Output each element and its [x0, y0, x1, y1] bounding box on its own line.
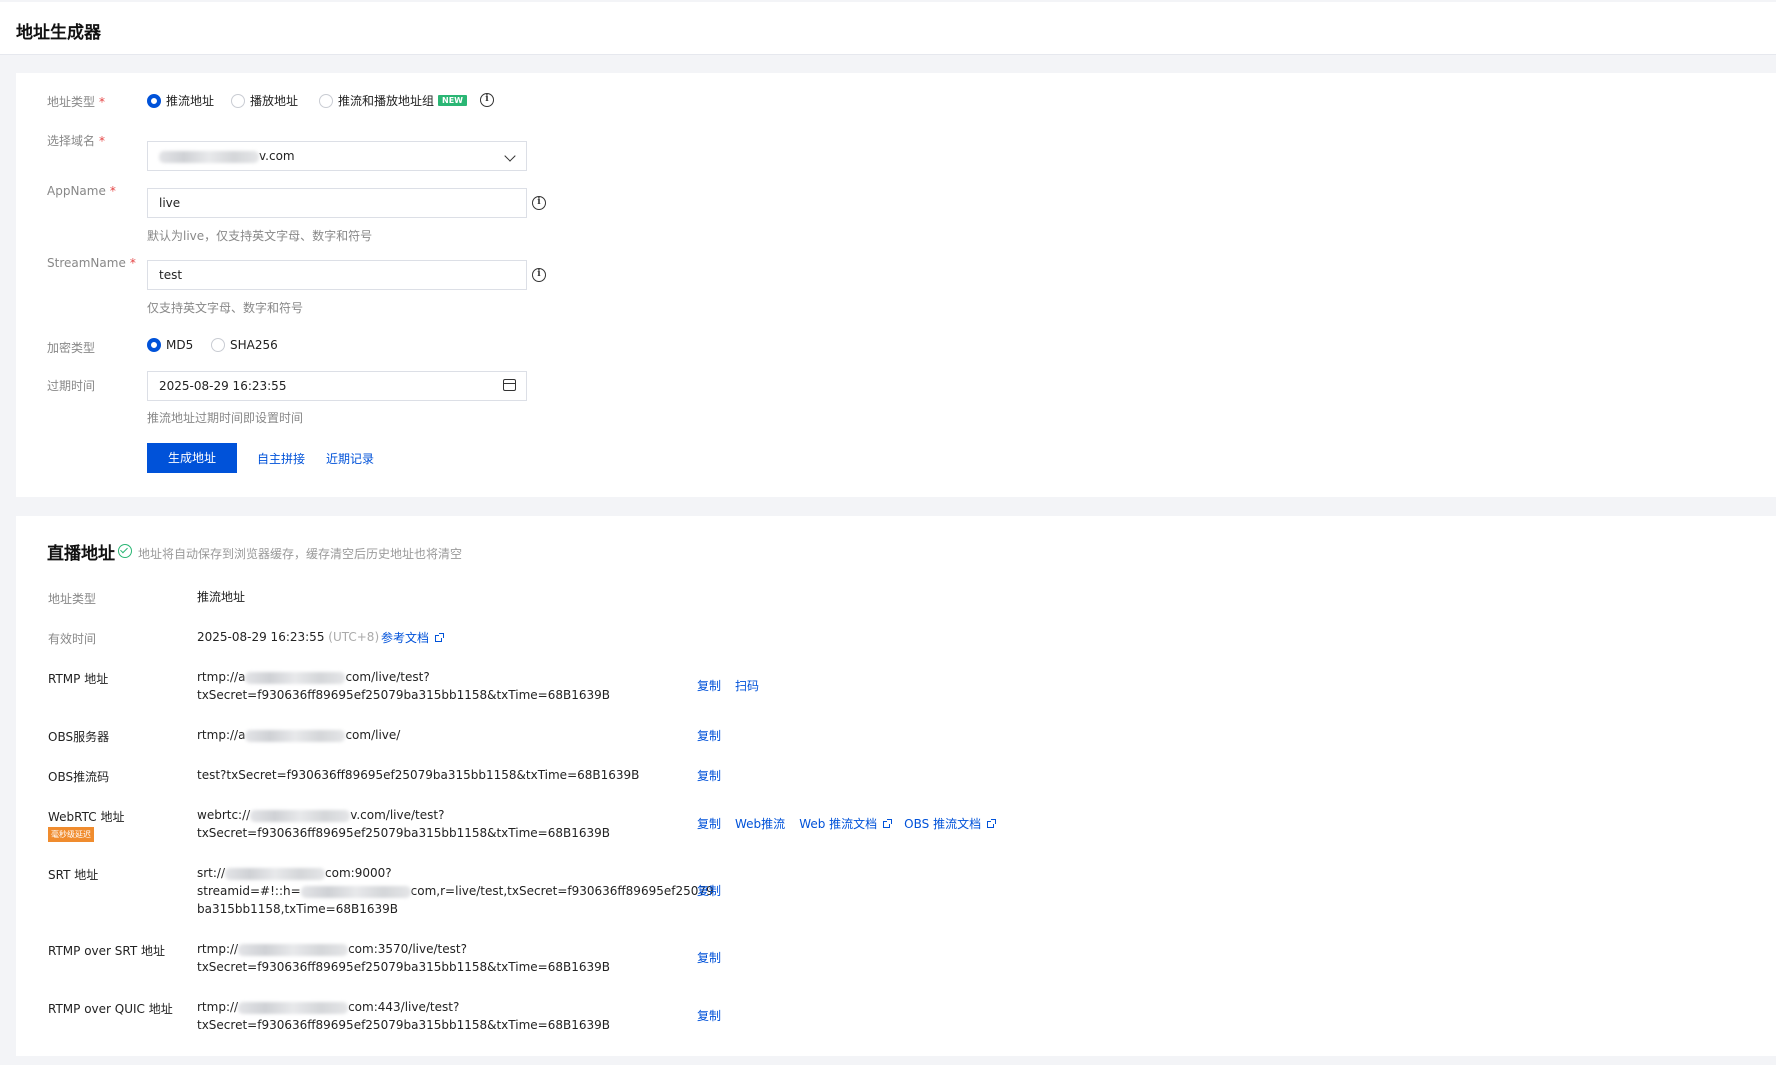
- radio-push-play-group[interactable]: 推流和播放地址组 NEW: [319, 92, 467, 109]
- copy-button[interactable]: 复制: [697, 949, 721, 966]
- reference-doc-link[interactable]: 参考文档: [381, 629, 445, 646]
- generate-button[interactable]: 生成地址: [147, 443, 237, 473]
- obs-push-doc-link[interactable]: OBS 推流文档: [904, 815, 997, 832]
- radio-dot-icon: [147, 338, 161, 352]
- check-circle-icon: [118, 544, 132, 558]
- obs-server-label: OBS服务器: [48, 730, 110, 744]
- info-icon[interactable]: i: [480, 93, 494, 107]
- page-title: 地址生成器: [16, 23, 101, 43]
- srt-actions: 复制: [697, 882, 721, 899]
- generator-form-panel: 地址类型 * 推流地址 播放地址 推流和播放地址组 NEW i 选择域名 * v.co…: [16, 73, 1776, 497]
- webrtc-label: WebRTC 地址: [48, 810, 125, 824]
- low-latency-badge: 毫秒级延迟: [48, 827, 94, 842]
- radio-md5[interactable]: MD5: [147, 338, 193, 352]
- webrtc-value: webrtc://v.com/live/test? txSecret=f9306…: [197, 808, 610, 840]
- copy-button[interactable]: 复制: [697, 882, 721, 899]
- web-push-doc-link[interactable]: Web 推流文档: [799, 815, 893, 832]
- info-icon[interactable]: i: [532, 196, 546, 210]
- radio-dot-icon: [211, 338, 225, 352]
- section-title: 直播地址: [47, 544, 115, 564]
- copy-button[interactable]: 复制: [697, 1007, 721, 1024]
- custom-link[interactable]: 自主拼接: [257, 450, 305, 467]
- redacted-domain: [159, 150, 259, 163]
- rtmp-over-quic-value: rtmp://com:443/live/test? txSecret=f9306…: [197, 1000, 610, 1032]
- copy-button[interactable]: 复制: [697, 815, 721, 832]
- rtmp-label: RTMP 地址: [48, 672, 109, 686]
- copy-button[interactable]: 复制: [697, 767, 721, 784]
- obs-server-actions: 复制: [697, 727, 721, 744]
- streamname-label: StreamName *: [47, 256, 136, 270]
- live-address-panel: 直播地址 地址将自动保存到浏览器缓存，缓存清空后历史地址也将清空 地址类型 推流…: [16, 516, 1776, 1056]
- streamname-hint: 仅支持英文字母、数字和符号: [147, 301, 304, 315]
- domain-select[interactable]: v.com: [147, 141, 527, 171]
- external-link-icon: [987, 819, 997, 828]
- info-icon[interactable]: i: [532, 268, 546, 282]
- rtmp-over-srt-value: rtmp://com:3570/live/test? txSecret=f930…: [197, 942, 610, 974]
- radio-push-address[interactable]: 推流地址: [147, 92, 214, 109]
- result-type-value: 推流地址: [197, 590, 246, 604]
- expire-datetime-picker[interactable]: 2025-08-29 16:23:55: [147, 371, 527, 401]
- section-note: 地址将自动保存到浏览器缓存，缓存清空后历史地址也将清空: [138, 547, 463, 561]
- rtmp-actions: 复制 扫码: [697, 677, 759, 694]
- srt-value: srt://com:9000? streamid=#!::h= com,r=liv…: [197, 866, 714, 916]
- rtmp-over-quic-label: RTMP over QUIC 地址: [48, 1002, 173, 1016]
- expire-label: 过期时间: [47, 379, 96, 393]
- rtmp-over-srt-label: RTMP over SRT 地址: [48, 944, 166, 958]
- new-badge: NEW: [438, 95, 467, 106]
- obs-server-value: rtmp://a com/live/: [197, 728, 401, 742]
- radio-dot-icon: [147, 93, 161, 108]
- external-link-icon: [883, 819, 893, 828]
- copy-button[interactable]: 复制: [697, 677, 721, 694]
- webrtc-actions: 复制 Web推流 Web 推流文档 OBS 推流文档: [697, 815, 997, 832]
- obs-key-label: OBS推流码: [48, 770, 110, 784]
- calendar-icon: [503, 379, 516, 391]
- encryption-label: 加密类型: [47, 341, 96, 355]
- rtmp-value: rtmp://a com/live/test? txSecret=f930636f…: [197, 670, 610, 702]
- scan-qr-button[interactable]: 扫码: [735, 677, 759, 694]
- streamname-input[interactable]: test: [147, 260, 527, 290]
- radio-play-address[interactable]: 播放地址: [231, 92, 298, 109]
- expire-hint: 推流地址过期时间即设置时间: [147, 411, 304, 425]
- rtmp-over-srt-actions: 复制: [697, 949, 721, 966]
- copy-button[interactable]: 复制: [697, 727, 721, 744]
- radio-dot-icon: [319, 93, 333, 108]
- page-header: 地址生成器: [0, 2, 1776, 55]
- valid-time-value: 2025-08-29 16:23:55 (UTC+8): [197, 630, 380, 644]
- result-type-label: 地址类型: [48, 592, 97, 606]
- web-push-link[interactable]: Web推流: [735, 815, 785, 832]
- rtmp-over-quic-actions: 复制: [697, 1007, 721, 1024]
- valid-time-label: 有效时间: [48, 632, 97, 646]
- radio-sha256[interactable]: SHA256: [211, 338, 278, 352]
- chevron-down-icon: [504, 150, 516, 162]
- external-link-icon: [435, 633, 445, 642]
- address-type-label: 地址类型 *: [47, 95, 106, 109]
- obs-key-actions: 复制: [697, 767, 721, 784]
- srt-label: SRT 地址: [48, 868, 99, 882]
- recent-records-link[interactable]: 近期记录: [326, 450, 374, 467]
- appname-hint: 默认为live，仅支持英文字母、数字和符号: [147, 229, 373, 243]
- domain-label: 选择域名 *: [47, 134, 106, 148]
- appname-input[interactable]: live: [147, 188, 527, 218]
- appname-label: AppName *: [47, 184, 116, 198]
- radio-dot-icon: [231, 93, 245, 108]
- obs-key-value: test?txSecret=f930636ff89695ef25079ba315…: [197, 768, 640, 782]
